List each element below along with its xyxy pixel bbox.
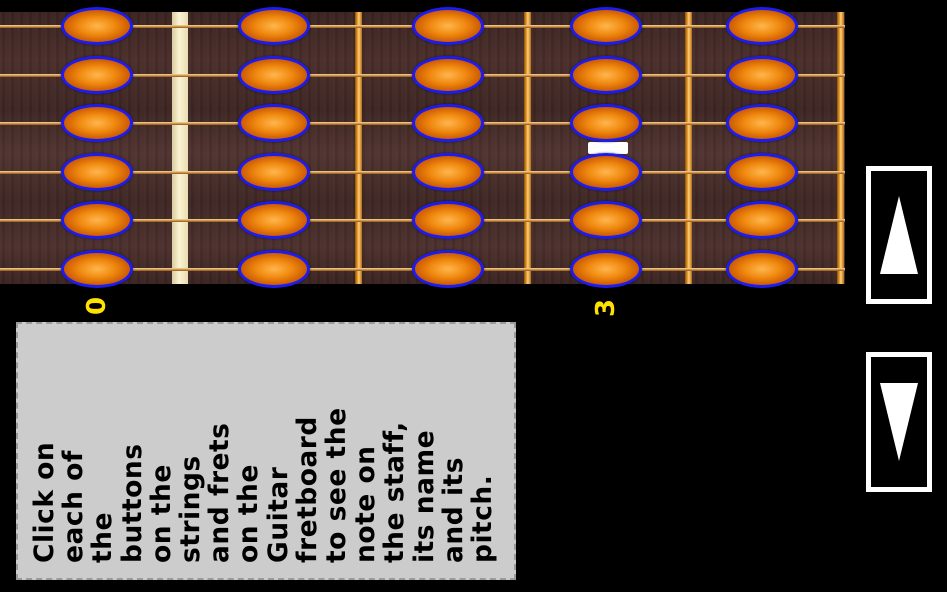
note-button-string-4-pos-3[interactable] [570,153,642,191]
note-button-string-6-pos-0[interactable] [61,250,133,288]
up-triangle-icon [880,196,918,274]
fret-wire [524,12,531,284]
note-button-string-6-pos-4[interactable] [726,250,798,288]
guitar-fretboard [0,7,845,288]
note-button-string-1-pos-0[interactable] [61,7,133,45]
note-button-string-4-pos-1[interactable] [238,153,310,191]
scroll-up-button[interactable] [866,166,932,304]
instructions-panel: Click on each of the buttons on the stri… [16,322,516,580]
note-button-string-2-pos-1[interactable] [238,56,310,94]
nut [172,12,188,284]
note-button-string-1-pos-2[interactable] [412,7,484,45]
note-button-string-2-pos-4[interactable] [726,56,798,94]
note-button-string-1-pos-1[interactable] [238,7,310,45]
down-triangle-icon [880,383,918,461]
note-button-string-1-pos-3[interactable] [570,7,642,45]
scroll-down-button[interactable] [866,352,932,492]
fret-number-0: 0 [82,296,112,316]
note-button-string-6-pos-1[interactable] [238,250,310,288]
note-button-string-3-pos-3[interactable] [570,104,642,142]
fret-wire [685,12,692,284]
note-button-string-4-pos-4[interactable] [726,153,798,191]
note-button-string-5-pos-0[interactable] [61,201,133,239]
instructions-text: Click on each of the buttons on the stri… [29,407,499,563]
note-button-string-5-pos-4[interactable] [726,201,798,239]
note-button-string-4-pos-0[interactable] [61,153,133,191]
fret-wire [837,12,844,284]
note-button-string-4-pos-2[interactable] [412,153,484,191]
fret-number-3: 3 [591,298,621,318]
note-button-string-3-pos-0[interactable] [61,104,133,142]
note-button-string-3-pos-2[interactable] [412,104,484,142]
note-button-string-1-pos-4[interactable] [726,7,798,45]
note-button-string-3-pos-1[interactable] [238,104,310,142]
note-button-string-2-pos-0[interactable] [61,56,133,94]
note-button-string-5-pos-2[interactable] [412,201,484,239]
note-button-string-6-pos-2[interactable] [412,250,484,288]
note-button-string-2-pos-2[interactable] [412,56,484,94]
note-button-string-6-pos-3[interactable] [570,250,642,288]
note-button-string-5-pos-3[interactable] [570,201,642,239]
note-button-string-3-pos-4[interactable] [726,104,798,142]
fret-wire [355,12,362,284]
note-button-string-5-pos-1[interactable] [238,201,310,239]
note-button-string-2-pos-3[interactable] [570,56,642,94]
